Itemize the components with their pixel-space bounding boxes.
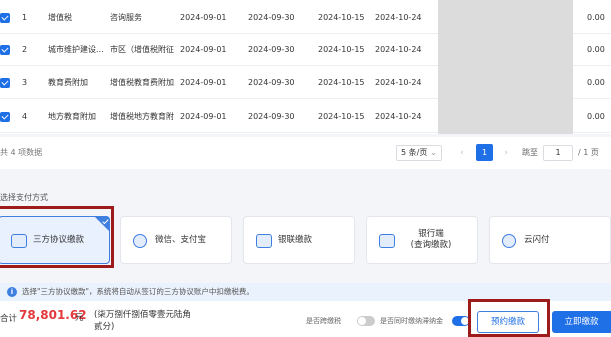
payment-method-label: 银行端 (查询缴款): [410, 229, 452, 250]
filed-date: 2024-10-15: [318, 78, 365, 87]
payment-section-label: 选择支付方式: [0, 193, 48, 202]
next-page-icon[interactable]: ›: [500, 145, 512, 161]
tax-amount: 0.00: [587, 112, 605, 121]
period-end: 2024-09-30: [248, 78, 295, 87]
tax-amount: 0.00: [587, 78, 605, 87]
tax-table: 1 增值税 咨询服务 2024-09-01 2024-09-30 2024-10…: [0, 0, 611, 134]
payment-method-bank[interactable]: 银行端 (查询缴款): [366, 216, 478, 264]
tax-type: 地方教育附加: [48, 112, 96, 121]
payment-method-label: 云闪付: [524, 235, 550, 245]
pay-now-button[interactable]: 立即缴款: [552, 311, 611, 333]
jump-page-input[interactable]: 1: [543, 145, 573, 161]
period-start: 2024-09-01: [180, 112, 227, 121]
pagination: 共 4 项数据 5 条/页 ⌄ ‹ 1 › 跳至 1 / 1 页: [0, 137, 611, 169]
deadline-date: 2024-10-24: [375, 112, 422, 121]
row-number: 1: [22, 13, 28, 22]
period-start: 2024-09-01: [180, 13, 227, 22]
row-number: 2: [22, 45, 28, 54]
row-number: 3: [22, 78, 28, 87]
bank-card-icon: [379, 234, 395, 248]
payment-method-wechat-alipay[interactable]: 微信、支付宝: [120, 216, 232, 264]
tax-item: 咨询服务: [110, 13, 142, 22]
jump-label: 跳至: [522, 148, 538, 157]
page-number-current[interactable]: 1: [476, 144, 493, 161]
amount-unit: 元: [75, 313, 84, 323]
toggle-label-cross: 是否跨缴税: [306, 317, 341, 325]
highlight-frame: [468, 299, 550, 337]
row-checkbox[interactable]: [0, 112, 10, 122]
row-checkbox[interactable]: [0, 13, 10, 23]
page-total: / 1 页: [578, 148, 599, 157]
tax-item: 增值税地方教育附: [110, 112, 174, 121]
page-size-select[interactable]: 5 条/页 ⌄: [396, 145, 442, 161]
payment-method-label: 银联缴款: [278, 235, 313, 245]
chevron-down-icon: ⌄: [430, 148, 437, 157]
sum-label: 合计: [0, 314, 18, 324]
deadline-date: 2024-10-24: [375, 78, 422, 87]
payment-method-unionpay[interactable]: 银联缴款: [243, 216, 355, 264]
tax-item: 市区（增值税附征: [110, 45, 174, 54]
period-start: 2024-09-01: [180, 45, 227, 54]
payment-method-label: 微信、支付宝: [155, 235, 207, 245]
cloud-pay-icon: [502, 234, 516, 248]
unionpay-icon: [256, 234, 272, 248]
toggle-label-latefee: 是否同时缴纳滞纳金: [380, 317, 443, 325]
cross-pay-toggle[interactable]: [357, 316, 375, 326]
period-start: 2024-09-01: [180, 78, 227, 87]
deadline-date: 2024-10-24: [375, 13, 422, 22]
filed-date: 2024-10-15: [318, 45, 365, 54]
period-end: 2024-09-30: [248, 112, 295, 121]
tax-type: 教育费附加: [48, 78, 88, 87]
tax-type: 增值税: [48, 13, 72, 22]
page-size-value: 5 条/页: [401, 148, 428, 157]
tax-type: 城市维护建设...: [48, 45, 104, 54]
row-checkbox[interactable]: [0, 78, 10, 88]
tax-item: 增值税教育费附加: [110, 78, 174, 87]
filed-date: 2024-10-15: [318, 112, 365, 121]
total-count: 共 4 项数据: [0, 148, 43, 157]
period-end: 2024-09-30: [248, 13, 295, 22]
redacted-column: [438, 0, 573, 134]
row-number: 4: [22, 112, 28, 121]
row-checkbox[interactable]: [0, 45, 10, 55]
tax-amount: 0.00: [587, 45, 605, 54]
payment-method-cloudpay[interactable]: 云闪付: [489, 216, 611, 264]
wechat-alipay-icon: [133, 234, 147, 248]
prev-page-icon[interactable]: ‹: [456, 145, 468, 161]
amount-in-words: (柒万捌仟捌佰零壹元陆角贰分): [94, 310, 191, 332]
info-icon: i: [7, 287, 17, 297]
filed-date: 2024-10-15: [318, 13, 365, 22]
highlight-frame: [0, 206, 114, 268]
deadline-date: 2024-10-24: [375, 45, 422, 54]
tax-amount: 0.00: [587, 13, 605, 22]
payment-info-text: 选择"三方协议缴款"，系统将自动从签订的三方协议账户中扣缴税费。: [22, 287, 254, 296]
period-end: 2024-09-30: [248, 45, 295, 54]
